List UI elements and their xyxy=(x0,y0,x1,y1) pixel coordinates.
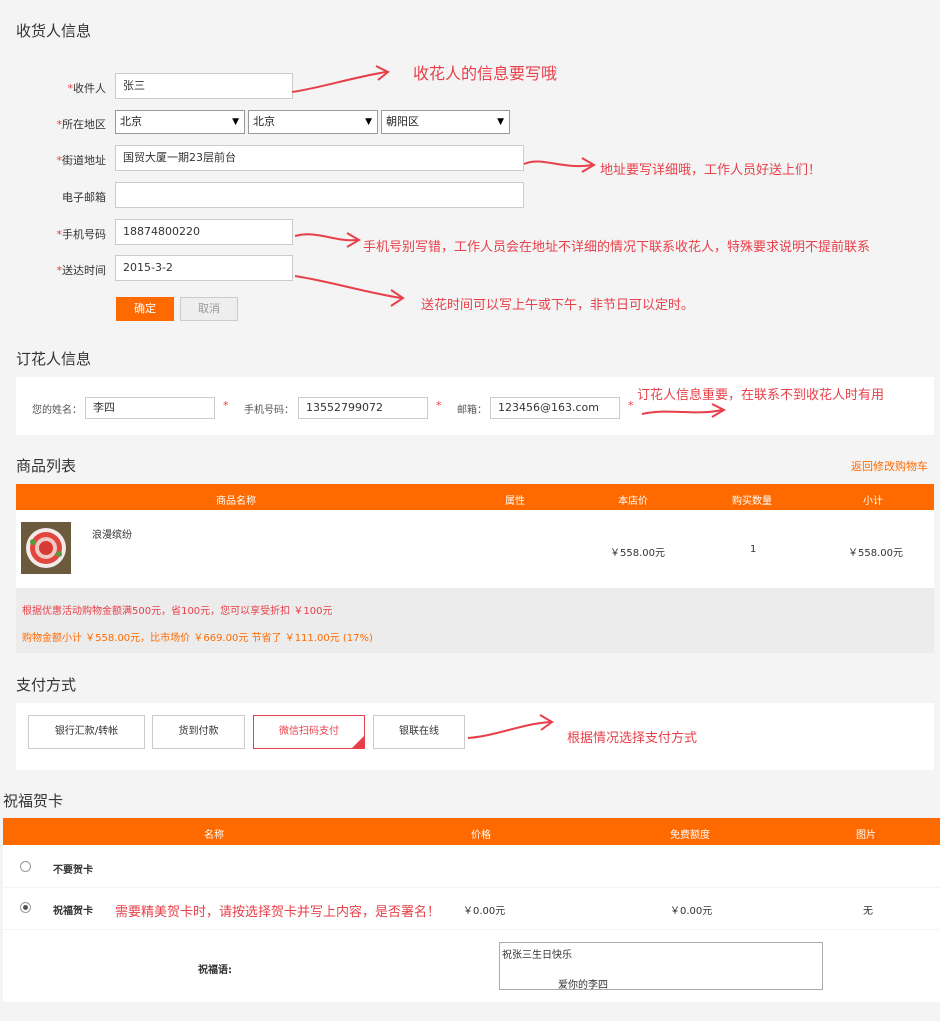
promo-line: 根据优惠活动购物金额满500元，省100元，您可以享受折扣 ￥100元 xyxy=(22,606,333,617)
payment-annotation: 根据情况选择支付方式 xyxy=(567,731,698,746)
products-section-title: 商品列表 xyxy=(16,457,77,475)
product-quantity: 1 xyxy=(750,544,757,555)
card-annotation: 需要精美贺卡时，请按选择贺卡并写上内容，是否署名！ xyxy=(115,905,441,920)
required-star: * xyxy=(223,399,229,412)
payment-option-cash-on-delivery[interactable]: 货到付款 xyxy=(152,715,245,749)
back-to-cart-link[interactable]: 返回修改购物车 xyxy=(851,458,928,474)
header-card-name: 名称 xyxy=(204,830,224,841)
card-message-line1: 祝张三生日快乐 xyxy=(502,950,572,961)
street-input[interactable]: 国贸大厦一期23层前台 xyxy=(115,145,524,171)
header-quantity: 购买数量 xyxy=(732,496,772,507)
phone-annotation: 手机号别写错，工作人员会在地址不详细的情况下联系收花人，特殊要求说明不提前联系 xyxy=(363,240,871,255)
chevron-down-icon: ▼ xyxy=(365,117,372,127)
products-table-header: 商品名称 属性 本店价 购买数量 小计 xyxy=(16,484,934,510)
product-subtotal: ￥558.00元 xyxy=(848,548,903,559)
region-label: *所在地区 xyxy=(56,118,107,131)
orderer-phone-label: 手机号码： xyxy=(244,405,294,416)
district-select[interactable]: 朝阳区 ▼ xyxy=(381,110,510,134)
table-row: 浪漫缤纷 ￥558.00元 1 ￥558.00元 xyxy=(16,510,934,588)
orderer-name-label: 您的姓名： xyxy=(32,405,82,416)
recipient-label: *收件人 xyxy=(67,82,107,95)
product-name[interactable]: 浪漫缤纷 xyxy=(92,526,132,541)
phone-label: *手机号码 xyxy=(56,228,107,241)
time-annotation: 送花时间可以写上午或下午，非节日可以定时。 xyxy=(421,298,695,313)
payment-option-wechat-label: 微信扫码支付 xyxy=(279,726,339,737)
payment-option-unionpay[interactable]: 银联在线 xyxy=(373,715,465,749)
phone-input[interactable]: 18874800220 xyxy=(115,219,293,245)
card-radio-greeting[interactable] xyxy=(20,902,31,913)
email-input[interactable] xyxy=(115,182,524,208)
annotation-arrow xyxy=(290,60,400,100)
receiver-section-title: 收货人信息 xyxy=(16,22,92,40)
card-message-label: 祝福语: xyxy=(198,965,232,976)
annotation-arrow xyxy=(522,150,597,180)
receiver-annotation: 收花人的信息要写哦 xyxy=(413,64,558,83)
chevron-down-icon: ▼ xyxy=(497,117,504,127)
confirm-button[interactable]: 确定 xyxy=(116,297,174,321)
header-attribute: 属性 xyxy=(505,496,525,507)
card-table-header: 名称 价格 免费额度 图片 xyxy=(3,818,940,845)
email-label: 电子邮箱 xyxy=(62,191,106,204)
table-row: 不要贺卡 xyxy=(3,845,940,887)
header-product-name: 商品名称 xyxy=(216,496,256,507)
payment-option-wechat[interactable]: 微信扫码支付 xyxy=(253,715,365,749)
payment-section-title: 支付方式 xyxy=(16,676,77,694)
table-row: 祝福贺卡 需要精美贺卡时，请按选择贺卡并写上内容，是否署名！ ￥0.00元 ￥0… xyxy=(3,888,940,929)
card-section-title: 祝福贺卡 xyxy=(3,792,64,810)
card-price: ￥0.00元 xyxy=(463,906,506,917)
selected-check-icon xyxy=(352,736,364,748)
annotation-arrow xyxy=(293,228,363,253)
card-name-none: 不要贺卡 xyxy=(53,865,93,876)
header-price: 本店价 xyxy=(618,496,648,507)
card-name-greeting: 祝福贺卡 xyxy=(53,906,93,917)
orderer-email-label: 邮箱： xyxy=(457,405,487,416)
card-message-row: 祝福语: 祝张三生日快乐 爱你的李四 xyxy=(3,930,940,1002)
orderer-section-title: 订花人信息 xyxy=(16,350,92,368)
header-card-image: 图片 xyxy=(856,830,876,841)
card-free-quota: ￥0.00元 xyxy=(670,906,713,917)
header-card-free: 免费额度 xyxy=(670,830,710,841)
product-price: ￥558.00元 xyxy=(610,548,665,559)
card-image: 无 xyxy=(863,906,873,917)
city-select[interactable]: 北京 ▼ xyxy=(248,110,378,134)
required-star: * xyxy=(628,399,634,412)
required-star: * xyxy=(436,399,442,412)
order-summary-box: 根据优惠活动购物金额满500元，省100元，您可以享受折扣 ￥100元 购物金额… xyxy=(16,588,934,653)
province-select[interactable]: 北京 ▼ xyxy=(115,110,245,134)
card-radio-none[interactable] xyxy=(20,861,31,872)
payment-option-bank-transfer[interactable]: 银行汇款/转帐 xyxy=(28,715,145,749)
orderer-email-input[interactable]: 123456@163.com xyxy=(490,397,620,419)
summary-line: 购物金额小计 ￥558.00元，比市场价 ￥669.00元 节省了 ￥111.0… xyxy=(22,633,373,644)
card-message-textarea[interactable]: 祝张三生日快乐 爱你的李四 xyxy=(499,942,823,991)
header-card-price: 价格 xyxy=(471,830,491,841)
product-thumbnail[interactable] xyxy=(21,522,71,574)
orderer-name-input[interactable]: 李四 xyxy=(85,397,215,419)
annotation-arrow xyxy=(466,712,556,744)
annotation-arrow xyxy=(293,270,408,315)
address-annotation: 地址要写详细哦，工作人员好送上们！ xyxy=(600,163,822,178)
recipient-input[interactable]: 张三 xyxy=(115,73,293,99)
delivery-time-label: *送达时间 xyxy=(56,264,107,277)
card-message-line2: 爱你的李四 xyxy=(558,980,608,991)
delivery-time-input[interactable]: 2015-3-2 xyxy=(115,255,293,281)
orderer-phone-input[interactable]: 13552799072 xyxy=(298,397,428,419)
header-subtotal: 小计 xyxy=(863,496,883,507)
street-label: *街道地址 xyxy=(56,154,107,167)
cancel-button[interactable]: 取消 xyxy=(180,297,238,321)
annotation-arrow xyxy=(640,400,730,424)
chevron-down-icon: ▼ xyxy=(232,117,239,127)
